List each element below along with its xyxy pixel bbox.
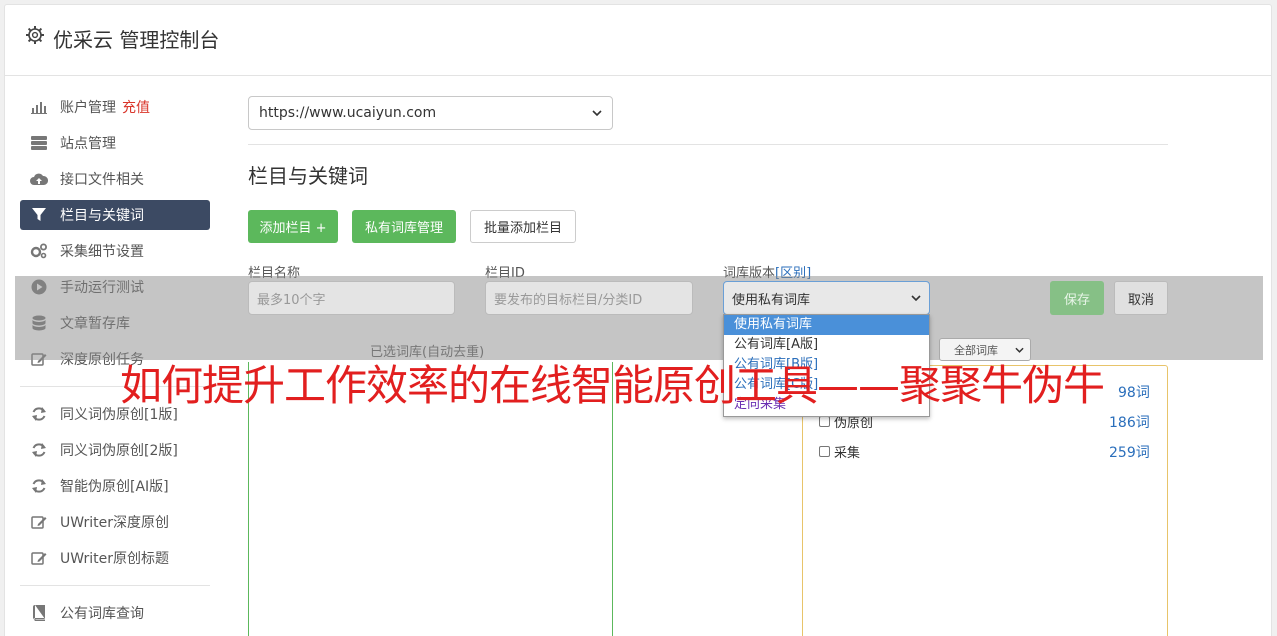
site-select[interactable]: https://www.ucaiyun.com bbox=[248, 96, 613, 130]
sidebar-item-uwriter-deep[interactable]: UWriter深度原创 bbox=[20, 507, 210, 537]
chevron-down-icon bbox=[911, 295, 921, 301]
sidebar-item-uwriter-title[interactable]: UWriter原创标题 bbox=[20, 543, 210, 573]
sidebar-item-account[interactable]: 账户管理 充值 bbox=[20, 92, 210, 122]
checkbox[interactable] bbox=[819, 446, 830, 457]
cancel-button[interactable]: 取消 bbox=[1114, 281, 1168, 315]
dropdown-option-private[interactable]: 使用私有词库 bbox=[724, 315, 929, 335]
refresh-icon bbox=[30, 406, 48, 422]
sidebar-item-collect-settings[interactable]: 采集细节设置 bbox=[20, 236, 210, 266]
filter-icon bbox=[30, 207, 48, 223]
library-count: 98词 bbox=[1118, 385, 1150, 401]
cogs-icon bbox=[30, 243, 48, 259]
add-column-button[interactable]: 添加栏目 + bbox=[248, 210, 338, 243]
section-title: 栏目与关键词 bbox=[248, 164, 368, 188]
recharge-link[interactable]: 充值 bbox=[122, 97, 150, 117]
library-item-collect[interactable]: 采集 bbox=[819, 442, 860, 461]
sidebar-item-label: 账户管理 bbox=[60, 100, 116, 116]
sidebar-item-public-lib-query[interactable]: 公有词库查询 bbox=[20, 598, 210, 628]
chevron-down-icon bbox=[592, 110, 602, 116]
sidebar-item-interface-files[interactable]: 接口文件相关 bbox=[20, 164, 210, 194]
batch-add-column-button[interactable]: 批量添加栏目 bbox=[470, 210, 576, 243]
gear-icon bbox=[26, 26, 44, 44]
sidebar-divider bbox=[20, 585, 210, 586]
sidebar-item-ai-rewrite[interactable]: 智能伪原创[AI版] bbox=[20, 471, 210, 501]
private-library-button[interactable]: 私有词库管理 bbox=[352, 210, 456, 243]
column-id-input[interactable]: 要发布的目标栏目/分类ID bbox=[485, 281, 693, 315]
library-version-value: 使用私有词库 bbox=[732, 292, 811, 308]
library-version-select[interactable]: 使用私有词库 bbox=[723, 281, 930, 315]
sidebar-item-label: 站点管理 bbox=[60, 136, 116, 152]
sidebar-item-label: 智能伪原创[AI版] bbox=[60, 479, 169, 495]
bar-chart-icon bbox=[30, 99, 48, 115]
sidebar-item-label: 同义词伪原创[2版] bbox=[60, 443, 178, 459]
sidebar-item-label: 栏目与关键词 bbox=[60, 208, 144, 224]
book-icon bbox=[30, 605, 48, 621]
edit-icon bbox=[30, 514, 48, 530]
edit-icon bbox=[30, 550, 48, 566]
server-icon bbox=[30, 135, 48, 151]
sidebar-item-label: UWriter原创标题 bbox=[60, 551, 169, 567]
top-bar: 优采云 管理控制台 bbox=[5, 5, 1271, 76]
library-count: 186词 bbox=[1109, 415, 1150, 431]
sidebar-item-sites[interactable]: 站点管理 bbox=[20, 128, 210, 158]
sidebar-item-columns-keywords[interactable]: 栏目与关键词 bbox=[20, 200, 210, 230]
sidebar-item-label: 公有词库查询 bbox=[60, 606, 144, 622]
sidebar-item-label: 采集细节设置 bbox=[60, 244, 144, 260]
app-title: 优采云 管理控制台 bbox=[53, 28, 220, 52]
overlay-caption: 如何提升工作效率的在线智能原创工具——聚聚牛伪牛 bbox=[120, 361, 1105, 410]
refresh-icon bbox=[30, 442, 48, 458]
library-count: 259词 bbox=[1109, 445, 1150, 461]
divider bbox=[248, 144, 1168, 145]
library-name: 采集 bbox=[834, 446, 861, 461]
sidebar-item-synonym-v2[interactable]: 同义词伪原创[2版] bbox=[20, 435, 210, 465]
sidebar-item-label: UWriter深度原创 bbox=[60, 515, 169, 531]
cloud-upload-icon bbox=[30, 171, 48, 187]
checkbox[interactable] bbox=[819, 416, 830, 427]
refresh-icon bbox=[30, 478, 48, 494]
sidebar-item-label: 接口文件相关 bbox=[60, 172, 144, 188]
save-button[interactable]: 保存 bbox=[1050, 281, 1104, 315]
site-select-value: https://www.ucaiyun.com bbox=[259, 105, 437, 121]
column-name-input[interactable]: 最多10个字 bbox=[248, 281, 455, 315]
